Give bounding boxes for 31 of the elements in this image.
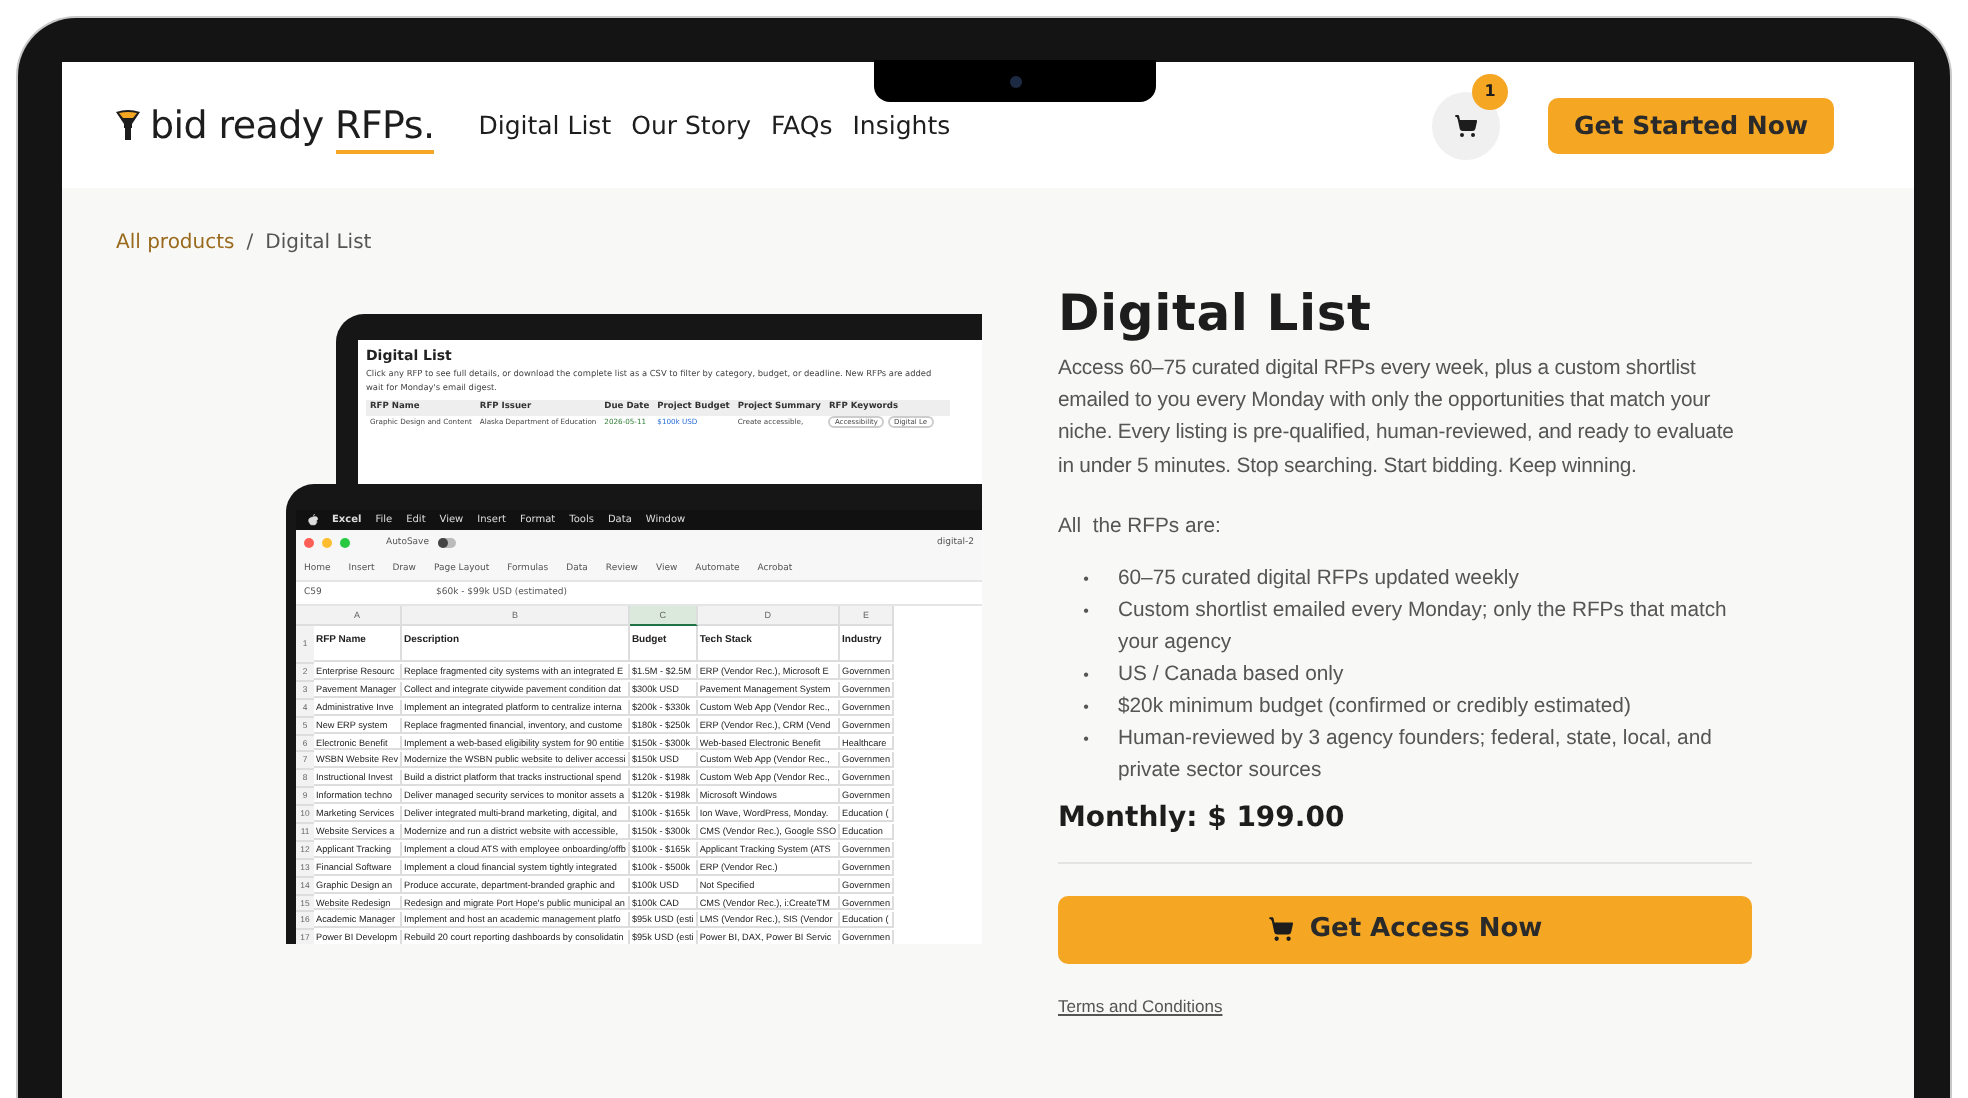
bullet: •: [1081, 599, 1091, 624]
product-title: Digital List: [1058, 284, 1374, 342]
feature-item: Human-reviewed by 3 agency founders; federal, state, local, and private sector sources: [1118, 725, 1714, 786]
breadcrumb-current: Digital List: [265, 232, 372, 254]
funnel-icon: [116, 109, 140, 141]
toggle-switch[interactable]: [437, 538, 455, 548]
breadcrumb-separator: /: [246, 232, 254, 254]
cart-icon: [1267, 916, 1294, 943]
feature-item: $20k minimum budget (confirmed or credibly estimated): [1118, 693, 1633, 722]
cart-icon: [1454, 113, 1478, 137]
get-access-button[interactable]: Get Access Now: [1058, 895, 1752, 964]
get-started-button[interactable]: Get Started Now: [1548, 97, 1834, 153]
bullet: •: [1081, 567, 1091, 592]
nav-link[interactable]: FAQs: [771, 110, 833, 140]
cart-count-badge: 1: [1472, 73, 1508, 109]
bullet: •: [1081, 695, 1091, 720]
logo-text[interactable]: bid ready RFPs.: [150, 103, 435, 147]
features-intro: All the RFPs are:: [1058, 515, 1223, 538]
nav-link[interactable]: Digital List: [478, 110, 612, 140]
price: Monthly: $ 199.00: [1058, 801, 1347, 834]
terms-link[interactable]: Terms and Conditions: [1058, 995, 1223, 1016]
bullet: •: [1081, 663, 1091, 688]
product-description: Access 60–75 curated digital RFPs every week, plus a custom shortlist emailed to you every Monday with only the opportunities that match your niche. Every listing is pre-qualified, human-reviewed, and ready to evaluate in under 5 minutes. Stop searching. Start bidding. Keep winning.: [1058, 356, 1736, 482]
apple-icon: [308, 514, 318, 526]
bullet: •: [1081, 727, 1091, 752]
breadcrumb-link[interactable]: All products: [116, 232, 235, 254]
feature-item: US / Canada based only: [1118, 661, 1346, 690]
feature-item: Custom shortlist emailed every Monday; only the RFPs that match your agency: [1118, 597, 1729, 658]
nav-link[interactable]: Insights: [852, 110, 951, 140]
feature-item: 60–75 curated digital RFPs updated weekly: [1118, 565, 1521, 594]
nav-link[interactable]: Our Story: [631, 110, 752, 140]
